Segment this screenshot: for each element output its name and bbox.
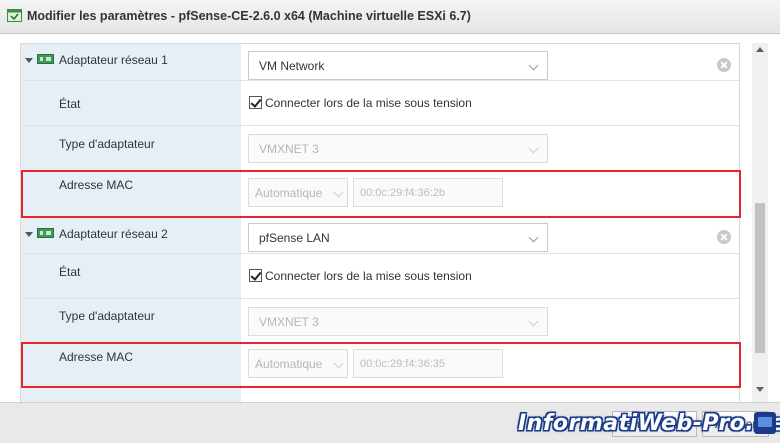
adapter-1-header-row: Adaptateur réseau 1 VM Network — [21, 44, 739, 81]
scroll-down-arrow-icon[interactable] — [756, 387, 764, 392]
adapter-1-network-select[interactable]: VM Network — [248, 51, 548, 80]
caret-down-icon[interactable] — [25, 58, 33, 63]
adapter-2-type-value: VMXNET 3 — [259, 315, 319, 329]
adapter-2-state-row: État Connecter lors de la mise sous tens… — [21, 254, 739, 299]
adapter-1-type-row: Type d'adaptateur VMXNET 3 — [21, 126, 739, 171]
adapter-2-type-label: Type d'adaptateur — [59, 309, 155, 323]
adapter-2-network-value: pfSense LAN — [259, 231, 330, 245]
adapter-2-type-select: VMXNET 3 — [248, 307, 548, 336]
adapter-1-network-value: VM Network — [259, 59, 325, 73]
chevron-down-icon — [528, 143, 539, 154]
highlight-box-mac-2 — [21, 342, 741, 388]
watermark-logo: InformatiWeb-Pro.net — [518, 411, 780, 436]
adapter-1-type-value: VMXNET 3 — [259, 142, 319, 156]
settings-window-icon — [7, 9, 22, 22]
highlight-box-mac-1 — [21, 170, 741, 218]
checkbox-checked-icon[interactable] — [249, 96, 262, 109]
adapter-2-name: Adaptateur réseau 2 — [59, 227, 168, 241]
network-adapter-icon — [37, 54, 54, 64]
adapter-1-type-select: VMXNET 3 — [248, 134, 548, 163]
adapter-1-connect-label: Connecter lors de la mise sous tension — [265, 96, 472, 110]
chevron-down-icon — [528, 232, 539, 243]
adapter-1-type-label: Type d'adaptateur — [59, 137, 155, 151]
remove-circle-icon[interactable] — [717, 230, 731, 244]
chevron-down-icon — [528, 316, 539, 327]
dialog-title: Modifier les paramètres - pfSense-CE-2.6… — [27, 9, 471, 23]
adapter-2-network-select[interactable]: pfSense LAN — [248, 223, 548, 252]
adapter-1-state-label: État — [59, 97, 81, 111]
chevron-down-icon — [528, 60, 539, 71]
adapter-2-type-row: Type d'adaptateur VMXNET 3 — [21, 299, 739, 344]
adapter-1-state-row: État Connecter lors de la mise sous tens… — [21, 81, 739, 126]
vertical-scrollbar[interactable] — [752, 43, 768, 402]
dialog-content: Adaptateur réseau 1 VM Network État Conn… — [0, 35, 780, 402]
adapter-2-header-row: Adaptateur réseau 2 pfSense LAN — [21, 217, 739, 254]
network-adapter-icon — [37, 228, 54, 238]
scroll-up-arrow-icon[interactable] — [756, 47, 764, 52]
adapter-2-state-label: État — [59, 265, 81, 279]
adapter-1-name: Adaptateur réseau 1 — [59, 53, 168, 67]
dialog-titlebar: Modifier les paramètres - pfSense-CE-2.6… — [0, 0, 780, 34]
checkbox-checked-icon[interactable] — [249, 269, 262, 282]
laptop-logo-icon — [754, 412, 776, 434]
caret-down-icon[interactable] — [25, 232, 33, 237]
adapter-2-connect-label: Connecter lors de la mise sous tension — [265, 269, 472, 283]
scrollbar-thumb[interactable] — [755, 203, 765, 353]
remove-circle-icon[interactable] — [717, 58, 731, 72]
